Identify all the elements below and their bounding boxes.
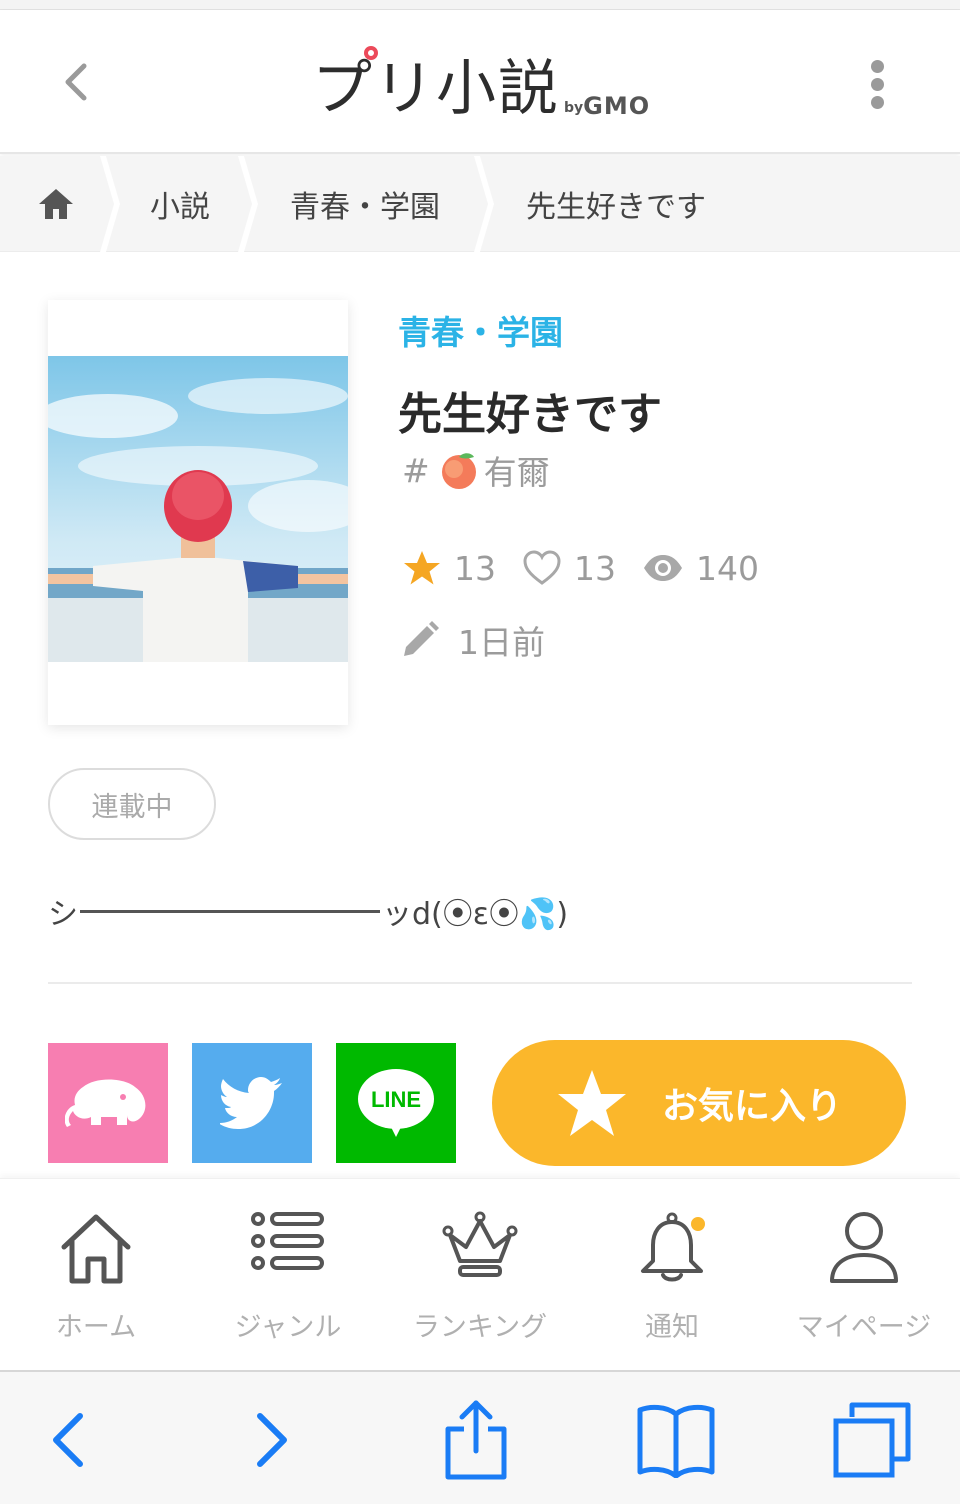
tab-ranking-label: ランキング <box>412 1312 548 1343</box>
breadcrumb-separator <box>238 156 258 252</box>
updated-time-text: 1日前 <box>458 623 545 662</box>
share-line-button[interactable]: LINE <box>336 1043 456 1163</box>
logo-gmo: GMO <box>583 92 651 120</box>
breadcrumb-separator <box>100 156 120 252</box>
back-button[interactable] <box>48 54 104 110</box>
browser-back-button[interactable] <box>28 1400 108 1480</box>
tab-mypage[interactable]: マイページ <box>768 1179 960 1371</box>
status-strip <box>0 0 960 10</box>
peach-emoji-icon <box>441 453 476 489</box>
more-dot-icon <box>870 78 884 91</box>
desc-start: シ <box>48 897 78 932</box>
updated-time: 1日前 <box>400 612 545 668</box>
more-menu-button[interactable] <box>862 60 892 120</box>
genre-link[interactable]: 青春・学園 <box>398 306 563 354</box>
book-icon <box>637 1404 715 1478</box>
crown-icon <box>442 1211 518 1277</box>
share-twitter-button[interactable] <box>192 1043 312 1163</box>
home-icon <box>39 189 73 219</box>
hash-symbol: # <box>402 450 430 490</box>
tab-notification-label: 通知 <box>645 1312 699 1343</box>
heart-icon <box>523 550 561 585</box>
author-name: 有爾 <box>483 453 550 492</box>
app-logo[interactable]: プリ小説 by GMO <box>312 44 650 124</box>
novel-description: シ ッd(⦿ε⦿💦) <box>48 886 568 936</box>
chevron-left-icon <box>65 63 87 101</box>
breadcrumb-item-genre[interactable]: 青春・学園 <box>290 156 440 252</box>
desc-end: ッd(⦿ε⦿💦) <box>382 897 569 932</box>
breadcrumb-home[interactable] <box>36 156 80 252</box>
browser-tabs-button[interactable] <box>832 1400 912 1480</box>
stats-row: 13 13 140 <box>402 540 785 596</box>
book-cover[interactable] <box>48 300 348 725</box>
view-count: 140 <box>642 549 759 588</box>
tab-genre[interactable]: ジャンル <box>192 1179 384 1371</box>
line-label: LINE <box>371 1087 421 1112</box>
app-header: プリ小説 by GMO <box>0 10 960 154</box>
chevron-right-icon <box>257 1413 287 1467</box>
tab-home[interactable]: ホーム <box>0 1179 192 1371</box>
more-dot-icon <box>870 96 884 109</box>
novel-title: 先生好きです <box>398 389 662 440</box>
favorite-button-label: お気に入り <box>661 1086 842 1127</box>
twitter-bird-icon <box>220 1077 282 1129</box>
browser-forward-button[interactable] <box>232 1400 312 1480</box>
browser-bookmarks-button[interactable] <box>636 1400 716 1480</box>
browser-share-button[interactable] <box>436 1400 516 1480</box>
browser-toolbar <box>0 1370 960 1504</box>
eye-icon <box>644 555 682 581</box>
tab-home-label: ホーム <box>55 1312 137 1343</box>
like-count-value: 13 <box>574 548 616 588</box>
more-dot-icon <box>870 60 884 73</box>
tab-ranking[interactable]: ランキング <box>384 1179 576 1371</box>
tab-mypage-label: マイページ <box>796 1312 932 1343</box>
author-link[interactable]: # 有爾 <box>402 446 550 494</box>
star-icon <box>557 1070 626 1136</box>
notification-dot <box>689 1215 707 1233</box>
breadcrumb-item-current: 先生好きです <box>526 190 706 225</box>
bottom-tab-bar: ホーム ジャンル ランキング 通知 マイページ <box>0 1178 960 1370</box>
breadcrumb-separator <box>474 156 494 252</box>
share-pink-button[interactable] <box>48 1043 168 1163</box>
star-count: 13 <box>402 548 496 588</box>
tab-genre-label: ジャンル <box>234 1312 342 1343</box>
status-badge: 連載中 <box>48 768 216 840</box>
tab-notification[interactable]: 通知 <box>576 1179 768 1371</box>
favorite-button[interactable]: お気に入り <box>492 1040 906 1166</box>
star-icon <box>404 551 440 585</box>
line-app-icon: LINE <box>358 1069 434 1137</box>
elephant-icon <box>65 1079 146 1127</box>
home-outline-icon <box>61 1214 131 1284</box>
logo-text: プリ小説 <box>312 54 560 124</box>
like-count: 13 <box>522 549 616 588</box>
divider <box>48 982 912 984</box>
user-icon <box>830 1212 898 1283</box>
logo-by: by <box>564 100 584 116</box>
desc-line <box>80 909 380 913</box>
pencil-icon <box>404 621 439 656</box>
breadcrumb-item-novel[interactable]: 小説 <box>150 156 210 252</box>
share-icon <box>445 1400 507 1480</box>
logo-dot <box>364 46 378 60</box>
chevron-left-icon <box>53 1413 83 1467</box>
tabs-icon <box>833 1402 911 1478</box>
star-count-value: 13 <box>454 548 496 588</box>
list-icon <box>251 1212 324 1270</box>
cover-image <box>48 356 348 662</box>
view-count-value: 140 <box>696 548 759 588</box>
breadcrumb: 小説 青春・学園 先生好きです <box>0 156 960 252</box>
